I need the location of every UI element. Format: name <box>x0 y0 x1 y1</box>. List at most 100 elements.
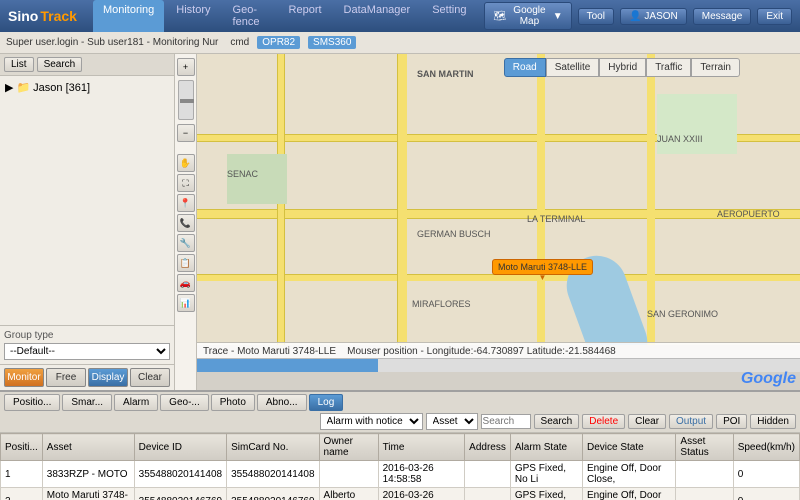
map-type-traffic[interactable]: Traffic <box>646 58 691 77</box>
logo: SinoTrack <box>8 8 77 24</box>
map-tool-6[interactable]: 📋 <box>177 254 195 272</box>
exit-btn[interactable]: Exit <box>757 8 792 25</box>
tab-photo[interactable]: Photo <box>211 394 255 411</box>
map-tool-7[interactable]: 🚗 <box>177 274 195 292</box>
search-btn[interactable]: Search <box>37 57 83 72</box>
tab-datamanager[interactable]: DataManager <box>334 0 421 32</box>
progress-fill <box>197 359 378 372</box>
app: SinoTrack Monitoring History Geo-fence R… <box>0 0 800 500</box>
tab-report[interactable]: Report <box>279 0 332 32</box>
list-btn[interactable]: List <box>4 57 34 72</box>
table-row[interactable]: 2Moto Maruti 3748-LLE3554880201467693554… <box>1 488 800 500</box>
clear-table-btn[interactable]: Clear <box>628 414 666 429</box>
tab-geo[interactable]: Geo-... <box>160 394 209 411</box>
search-table-btn[interactable]: Search <box>534 414 580 429</box>
clear-btn[interactable]: Clear <box>130 368 170 387</box>
road-h3 <box>197 274 800 281</box>
output-btn[interactable]: Output <box>669 414 713 429</box>
zoom-out-btn[interactable]: − <box>177 124 195 142</box>
tab-log[interactable]: Log <box>309 394 344 411</box>
tool-btn[interactable]: Tool <box>578 8 614 25</box>
user-btn[interactable]: 👤 JASON <box>620 8 687 25</box>
nav-tabs: Monitoring History Geo-fence Report Data… <box>93 0 477 32</box>
map-type-satellite[interactable]: Satellite <box>546 58 600 77</box>
trace-text: Trace - Moto Maruti 3748-LLE <box>203 346 336 357</box>
tab-history[interactable]: History <box>166 0 220 32</box>
map-tool-1[interactable]: ✋ <box>177 154 195 172</box>
progress-bar[interactable] <box>197 358 800 372</box>
asset-select[interactable]: Asset <box>426 413 478 430</box>
col-device-id: Device ID <box>134 434 226 461</box>
map-tool-8[interactable]: 📊 <box>177 294 195 312</box>
group-type-section: Group type --Default-- <box>0 325 174 364</box>
zoom-slider[interactable] <box>178 80 194 120</box>
alarm-notice-select[interactable]: Alarm with notice <box>320 413 423 430</box>
group-type-label: Group type <box>4 330 170 341</box>
map-label-miraflores: MIRAFLORES <box>412 299 471 309</box>
expand-icon: ▶ <box>5 81 13 94</box>
table-body: 13833RZP - MOTO3554880201414083554880201… <box>1 461 800 500</box>
tab-smart[interactable]: Smar... <box>62 394 112 411</box>
col-time: Time <box>378 434 465 461</box>
map-type-terrain[interactable]: Terrain <box>691 58 740 77</box>
monitor-btn[interactable]: Monitor <box>4 368 44 387</box>
road-h2 <box>197 209 800 219</box>
col-positi: Positi... <box>1 434 43 461</box>
map-label-juanxxiii: JUAN XXIII <box>657 134 703 144</box>
map-marker[interactable]: Moto Maruti 3748-LLE <box>492 259 593 275</box>
subheader: Super user.login - Sub user181 - Monitor… <box>0 32 800 54</box>
map-label-germanbusch: GERMAN BUSCH <box>417 229 491 239</box>
delete-btn[interactable]: Delete <box>582 414 625 429</box>
col-speed: Speed(km/h) <box>733 434 799 461</box>
col-alarm-state: Alarm State <box>510 434 582 461</box>
park1 <box>227 154 287 204</box>
col-address: Address <box>465 434 511 461</box>
map-label-sangeronimo: SAN GERONIMO <box>647 309 718 319</box>
col-asset: Asset <box>42 434 134 461</box>
map-tool-3[interactable]: 📍 <box>177 194 195 212</box>
user-icon: 👤 <box>629 11 641 22</box>
col-owner: Owner name <box>319 434 378 461</box>
message-btn[interactable]: Message <box>693 8 752 25</box>
map-tool-4[interactable]: 📞 <box>177 214 195 232</box>
tree-item-jason[interactable]: ▶ 📁 Jason [361] <box>3 79 171 96</box>
map-selector-btn[interactable]: 🗺 Google Map ▼ <box>484 2 571 30</box>
tab-alarm[interactable]: Alarm <box>114 394 158 411</box>
oprb2-badge[interactable]: OPR82 <box>257 36 300 49</box>
hidden-btn[interactable]: Hidden <box>750 414 796 429</box>
chevron-down-icon: ▼ <box>553 11 563 22</box>
map-label-sanmartin: SAN MARTIN <box>417 69 474 79</box>
logo-track: Track <box>40 8 77 24</box>
tab-position[interactable]: Positio... <box>4 394 60 411</box>
table-row[interactable]: 13833RZP - MOTO3554880201414083554880201… <box>1 461 800 488</box>
road-v4 <box>647 54 655 345</box>
map-icon: 🗺 <box>493 11 506 22</box>
map-label-aeropuerto: AEROPUERTO <box>717 209 780 219</box>
table-scroll: Positi... Asset Device ID SimCard No. Ow… <box>0 433 800 500</box>
tab-abnormal[interactable]: Abno... <box>257 394 307 411</box>
display-btn[interactable]: Display <box>88 368 128 387</box>
col-device-state: Device State <box>582 434 675 461</box>
header: SinoTrack Monitoring History Geo-fence R… <box>0 0 800 32</box>
table-area: Positio... Smar... Alarm Geo-... Photo A… <box>0 390 800 500</box>
map-type-hybrid[interactable]: Hybrid <box>599 58 646 77</box>
free-btn[interactable]: Free <box>46 368 86 387</box>
cmd-label: cmd <box>230 37 249 48</box>
sms360-badge[interactable]: SMS360 <box>308 36 356 49</box>
group-type-select[interactable]: --Default-- <box>4 343 170 360</box>
search-input[interactable] <box>481 414 531 429</box>
map-tool-2[interactable]: ⛶ <box>177 174 195 192</box>
login-text: Super user.login - Sub user181 - Monitor… <box>6 37 218 48</box>
device-tree: ▶ 📁 Jason [361] <box>0 76 174 325</box>
poi-btn[interactable]: POI <box>716 414 747 429</box>
col-simcard: SimCard No. <box>227 434 319 461</box>
folder-icon: 📁 <box>16 81 30 94</box>
map-tool-5[interactable]: 🔧 <box>177 234 195 252</box>
tab-geofence[interactable]: Geo-fence <box>223 0 277 32</box>
zoom-in-btn[interactable]: + <box>177 58 195 76</box>
map-toolbar: + − ✋ ⛶ 📍 📞 🔧 📋 🚗 📊 <box>175 54 197 390</box>
tab-monitoring[interactable]: Monitoring <box>93 0 164 32</box>
map-type-road[interactable]: Road <box>504 58 546 77</box>
tab-setting[interactable]: Setting <box>422 0 476 32</box>
map-type-buttons: Road Satellite Hybrid Traffic Terrain <box>504 58 740 77</box>
